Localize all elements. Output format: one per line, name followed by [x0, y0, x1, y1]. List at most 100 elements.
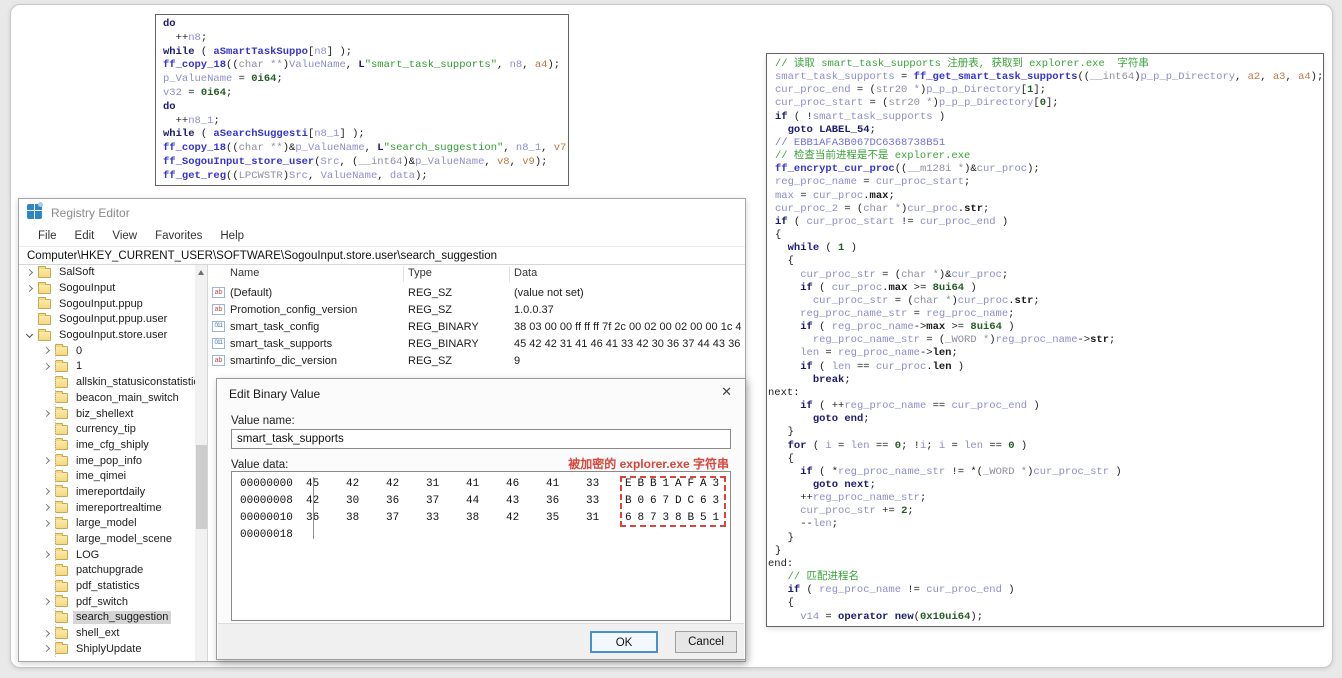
menu-item-view[interactable]: View — [103, 228, 146, 244]
tree-item-ime_cfg_shiply[interactable]: ime_cfg_shiply — [19, 438, 207, 454]
hex-offset: 00000010 — [240, 512, 293, 524]
code-line: // 匹配进程名 — [787, 571, 860, 584]
tree-item-large_model_scene[interactable]: large_model_scene — [19, 532, 207, 548]
chevron-right-icon[interactable] — [25, 284, 35, 294]
code-line: v32 = 0i64; — [163, 86, 233, 99]
tree-item-shell_ext[interactable]: shell_ext — [19, 626, 207, 642]
code-line: v14 = operator new(0x10ui64); — [800, 610, 983, 623]
tree-item-label: SalSoft — [59, 266, 95, 279]
chevron-placeholder — [25, 315, 35, 325]
tree-item-label: biz_shellext — [76, 407, 134, 420]
hex-offset: 00000008 — [240, 495, 293, 507]
registry-value-row-Promotion_config_version[interactable]: ab Promotion_config_version REG_SZ 1.0.0.37 — [209, 302, 745, 319]
tree-item-search_suggestion[interactable]: search_suggestion — [19, 610, 207, 626]
value-name-input[interactable] — [231, 429, 731, 449]
chevron-right-icon[interactable] — [42, 519, 52, 529]
menu-item-favorites[interactable]: Favorites — [146, 228, 211, 244]
tree-item-currency_tip[interactable]: currency_tip — [19, 422, 207, 438]
code-line: ff_SogouInput_store_user(Src, (__int64)&… — [163, 155, 548, 168]
tree-item-0[interactable]: 0 — [19, 343, 207, 359]
chevron-right-icon[interactable] — [42, 487, 52, 497]
folder-icon — [55, 501, 68, 514]
tree-item-pdf_switch[interactable]: pdf_switch — [19, 594, 207, 610]
value-name: smart_task_supports — [230, 338, 333, 350]
close-icon[interactable]: ✕ — [721, 385, 732, 399]
tree-item-label: 0 — [76, 344, 83, 357]
registry-value-row-smartinfo_dic_version[interactable]: ab smartinfo_dic_version REG_SZ 9 — [209, 353, 745, 370]
tree-scrollbar[interactable] — [195, 265, 207, 661]
regedit-address-bar[interactable]: Computer\HKEY_CURRENT_USER\SOFTWARE\Sogo… — [19, 246, 745, 265]
tree-item-label: allskin_statusiconstatistics — [76, 376, 205, 389]
code-line: ++n8_1; — [163, 114, 220, 127]
chevron-right-icon[interactable] — [42, 550, 52, 560]
folder-icon — [55, 563, 68, 576]
registry-value-row-(Default)[interactable]: ab (Default) REG_SZ (value not set) — [209, 285, 745, 302]
tree-item-label: pdf_statistics — [76, 580, 140, 593]
ida-code-snippet-right: // 读取 smart_task_supports 注册表, 获取到 explo… — [766, 53, 1324, 627]
tree-item-large_model[interactable]: large_model — [19, 516, 207, 532]
hex-byte: 42 — [306, 495, 320, 507]
chevron-right-icon[interactable] — [42, 346, 52, 356]
menu-item-file[interactable]: File — [29, 228, 66, 244]
tree-item-patchupgrade[interactable]: patchupgrade — [19, 563, 207, 579]
chevron-down-icon[interactable] — [25, 331, 35, 341]
code-line: break; — [812, 373, 851, 386]
menu-item-edit[interactable]: Edit — [66, 228, 104, 244]
hex-editor[interactable]: 00000000 45 42 42 31 41 46 41 33 E B B 1 A F A 3 00000008… — [231, 471, 731, 621]
tree-item-beacon_main_switch[interactable]: beacon_main_switch — [19, 391, 207, 407]
regedit-title-bar[interactable]: Registry Editor — [19, 199, 745, 225]
tree-item-ime_pop_info[interactable]: ime_pop_info — [19, 453, 207, 469]
tree-item-imereportdaily[interactable]: imereportdaily — [19, 485, 207, 501]
chevron-right-icon[interactable] — [25, 268, 35, 278]
tree-item-SogouInput.store.user[interactable]: SogouInput.store.user — [19, 328, 207, 344]
chevron-right-icon[interactable] — [42, 362, 52, 372]
tree-item-label: ime_qimei — [76, 470, 127, 483]
menu-item-help[interactable]: Help — [211, 228, 253, 244]
tree-item-SogouInput[interactable]: SogouInput — [19, 281, 207, 297]
tree-item-SogouInput.ppup[interactable]: SogouInput.ppup — [19, 296, 207, 312]
column-header-type[interactable]: Type — [408, 267, 432, 279]
tree-item-label: imereportrealtime — [76, 501, 162, 514]
code-line: cur_proc_2 = (char *)cur_proc.str; — [775, 202, 990, 215]
value-data: 38 03 00 00 ff ff ff 7f 2c 00 02 00 02 0… — [514, 321, 742, 333]
scroll-up-icon[interactable] — [198, 270, 204, 275]
dialog-title: Edit Binary Value — [229, 387, 321, 401]
tree-item-pdf_statistics[interactable]: pdf_statistics — [19, 579, 207, 595]
tree-item-SalSoft[interactable]: SalSoft — [19, 265, 207, 281]
folder-icon — [55, 359, 68, 372]
chevron-right-icon[interactable] — [42, 503, 52, 513]
code-line: if ( !smart_task_supports ) — [775, 110, 946, 123]
reg-binary-icon: 011 — [212, 321, 225, 332]
cancel-button[interactable]: Cancel — [675, 631, 737, 653]
code-line: reg_proc_name_str = (_WORD *)reg_proc_na… — [812, 334, 1116, 347]
scrollbar-thumb[interactable] — [196, 445, 207, 529]
tree-item-biz_shellext[interactable]: biz_shellext — [19, 406, 207, 422]
chevron-right-icon[interactable] — [42, 644, 52, 654]
registry-value-row-smart_task_supports[interactable]: 011 smart_task_supports REG_BINARY 45 42 42… — [209, 336, 745, 353]
ok-button[interactable]: OK — [590, 631, 658, 653]
tree-guide-line — [55, 351, 56, 657]
tree-item-ShiplyUpdate[interactable]: ShiplyUpdate — [19, 642, 207, 658]
tree-item-LOG[interactable]: LOG — [19, 547, 207, 563]
chevron-right-icon[interactable] — [42, 456, 52, 466]
tree-item-allskin_statusiconstatistics[interactable]: allskin_statusiconstatistics — [19, 375, 207, 391]
tree-item-imereportrealtime[interactable]: imereportrealtime — [19, 500, 207, 516]
chevron-right-icon[interactable] — [42, 597, 52, 607]
code-line: --len; — [775, 518, 839, 531]
ascii-highlight-box — [620, 476, 726, 527]
chevron-placeholder — [42, 378, 52, 388]
code-line: // EBB1AFA3B067DC6368738B51 — [775, 136, 946, 149]
column-header-name[interactable]: Name — [230, 267, 259, 279]
tree-item-SogouInput.ppup.user[interactable]: SogouInput.ppup.user — [19, 312, 207, 328]
registry-value-row-smart_task_config[interactable]: 011 smart_task_config REG_BINARY 38 03 00 0… — [209, 319, 745, 336]
chevron-right-icon[interactable] — [42, 409, 52, 419]
value-name: smart_task_config — [230, 321, 320, 333]
column-header-data[interactable]: Data — [514, 267, 537, 279]
value-type: REG_BINARY — [408, 321, 479, 333]
code-line: } — [775, 544, 782, 557]
value-type: REG_SZ — [408, 287, 453, 299]
tree-item-1[interactable]: 1 — [19, 359, 207, 375]
chevron-right-icon[interactable] — [42, 629, 52, 639]
hex-byte: 31 — [426, 478, 440, 490]
tree-item-ime_qimei[interactable]: ime_qimei — [19, 469, 207, 485]
